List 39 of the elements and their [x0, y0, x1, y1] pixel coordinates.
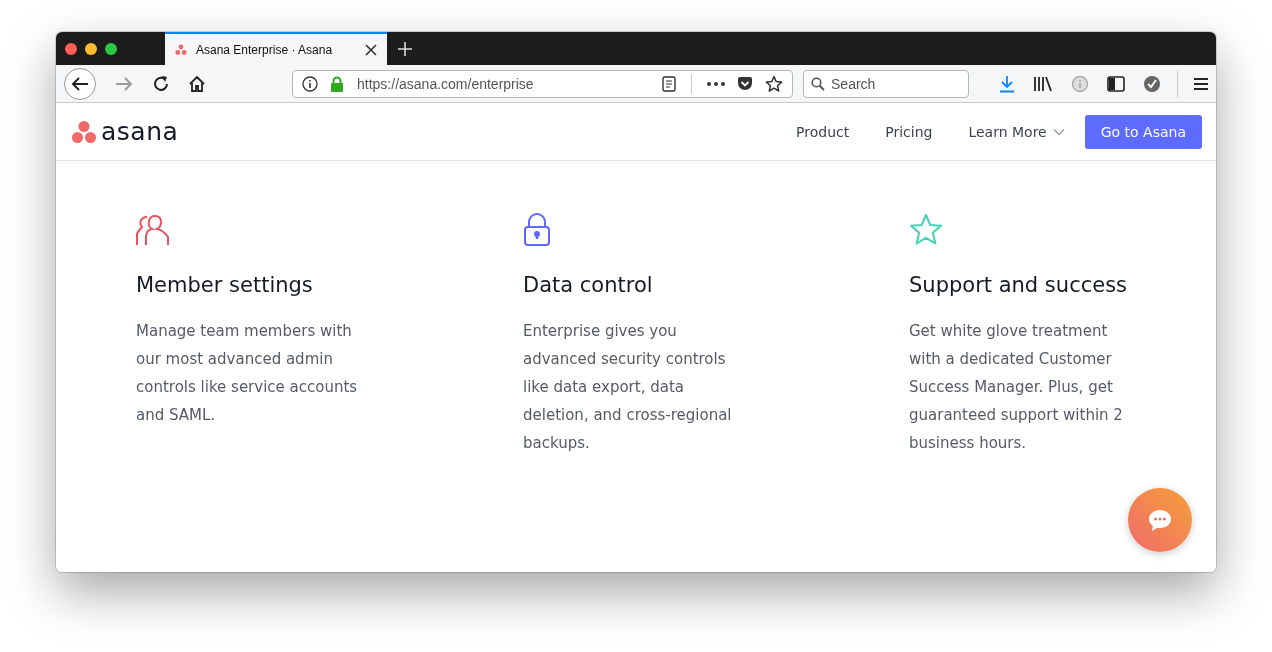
address-bar[interactable]: https://asana.com/enterprise	[292, 69, 793, 98]
feature-description: Enterprise gives you advanced security controls like data export, data deletion, and cross-regional backups.	[523, 321, 733, 454]
tab-title: Asana Enterprise · Asana	[196, 42, 334, 57]
url-text: https://asana.com/enterprise	[357, 75, 534, 92]
chevron-down-icon	[1052, 127, 1065, 136]
reload-icon[interactable]	[152, 74, 170, 93]
reader-view-icon[interactable]	[662, 75, 676, 92]
feature-heading: Data control	[523, 273, 653, 297]
pocket-icon[interactable]	[737, 76, 753, 91]
checkmark-circle-icon[interactable]	[1143, 74, 1161, 93]
three-dots-logo-icon[interactable]	[72, 120, 96, 143]
nav-link[interactable]: Product	[796, 123, 850, 140]
feature-heading: Support and success	[909, 273, 1128, 297]
feature-heading: Member settings	[136, 273, 313, 297]
maximize-window-button[interactable]	[105, 42, 117, 55]
sidebar-icon[interactable]	[1107, 75, 1125, 92]
feature-description: Get white glove treatment with a dedicated Customer Success Manager. Plus, get guaranteed support within 2 business hours.	[909, 321, 1124, 454]
close-icon[interactable]	[365, 43, 377, 56]
more-options-icon[interactable]	[707, 81, 725, 86]
browser-tab[interactable]: Asana Enterprise · Asana	[165, 32, 387, 65]
padlock-icon	[330, 75, 344, 92]
home-icon[interactable]	[188, 74, 206, 93]
search-icon	[811, 76, 825, 91]
info-icon[interactable]	[302, 75, 318, 92]
nav-link[interactable]: Pricing	[885, 123, 933, 140]
speech-bubble-icon	[1147, 508, 1173, 532]
menu-icon[interactable]	[1194, 77, 1208, 90]
download-arrow-icon[interactable]	[999, 74, 1015, 93]
three-dots-logo-icon	[175, 43, 187, 56]
nav-link[interactable]: Learn More	[968, 123, 1065, 140]
go-to-asana-button[interactable]: Go to Asana	[1084, 114, 1202, 149]
search-field[interactable]: Search	[803, 69, 969, 98]
logo-wordmark[interactable]: asana	[101, 117, 179, 146]
library-icon[interactable]	[1033, 75, 1053, 92]
close-window-button[interactable]	[65, 42, 77, 55]
chat-button[interactable]	[1128, 488, 1192, 552]
star-icon[interactable]	[765, 74, 783, 93]
feature-description: Manage team members with our most advanced admin controls like service accounts and SAML.	[136, 321, 358, 426]
minimize-window-button[interactable]	[85, 42, 97, 55]
